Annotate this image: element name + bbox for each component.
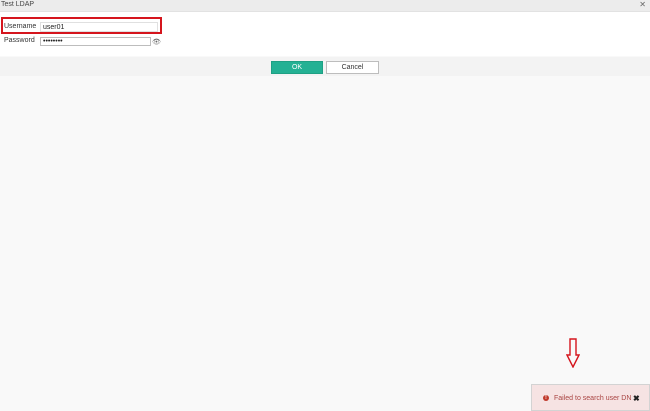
- error-toast: ! Failed to search user DN ✖: [531, 384, 650, 411]
- button-bar: [0, 57, 650, 76]
- title-bar: Test LDAP ✕: [0, 0, 650, 12]
- toast-close-icon[interactable]: ✖: [633, 394, 640, 403]
- error-icon: !: [543, 395, 549, 401]
- down-arrow-icon: [566, 338, 580, 368]
- username-input[interactable]: [40, 22, 158, 32]
- username-label: Username: [4, 23, 37, 30]
- toast-message: Failed to search user DN: [554, 395, 632, 402]
- ok-button[interactable]: OK: [271, 61, 323, 74]
- close-icon[interactable]: ✕: [639, 0, 646, 9]
- password-label: Password: [4, 37, 35, 44]
- eye-icon[interactable]: 👁: [152, 38, 161, 46]
- password-input[interactable]: [40, 37, 151, 46]
- window-title: Test LDAP: [1, 1, 35, 8]
- cancel-button[interactable]: Cancel: [326, 61, 379, 74]
